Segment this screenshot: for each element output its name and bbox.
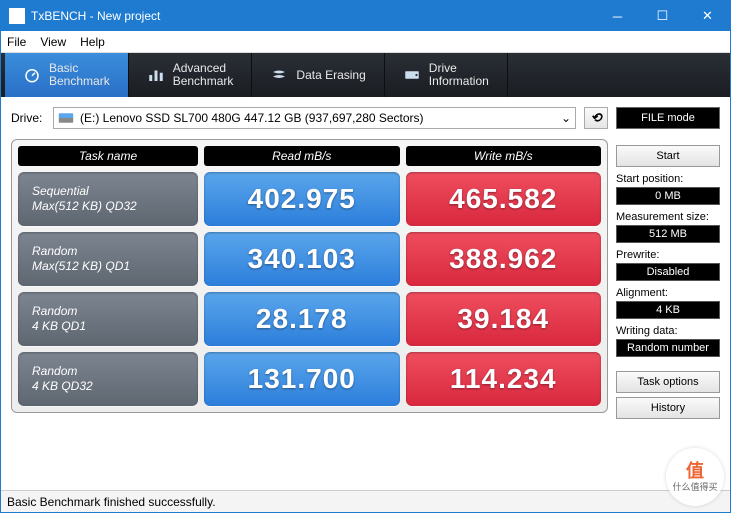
task-cell[interactable]: Random4 KB QD1	[18, 292, 198, 346]
task-name-2: 4 KB QD32	[32, 379, 198, 394]
maximize-button[interactable]: ☐	[640, 1, 685, 31]
table-row: Random4 KB QD32131.700114.234	[18, 352, 601, 406]
tab-label: Basic Benchmark	[49, 62, 110, 88]
minimize-button[interactable]: ─	[595, 1, 640, 31]
start-position-label: Start position:	[616, 173, 720, 185]
tab-label: Advanced Benchmark	[173, 62, 234, 88]
tab-label: Data Erasing	[296, 68, 365, 82]
drive-icon	[403, 66, 421, 84]
header-task: Task name	[18, 146, 198, 166]
writing-data-value[interactable]: Random number	[616, 339, 720, 357]
benchmark-table: Task name Read mB/s Write mB/s Sequentia…	[11, 139, 608, 413]
read-value: 402.975	[204, 172, 400, 226]
drive-select[interactable]: (E:) Lenovo SSD SL700 480G 447.12 GB (93…	[53, 107, 576, 129]
task-name-2: Max(512 KB) QD1	[32, 259, 198, 274]
task-name-2: Max(512 KB) QD32	[32, 199, 198, 214]
task-cell[interactable]: Random4 KB QD32	[18, 352, 198, 406]
tab-bar: Basic Benchmark Advanced Benchmark Data …	[1, 53, 730, 97]
menu-file[interactable]: File	[7, 35, 26, 49]
writing-data-label: Writing data:	[616, 325, 720, 337]
titlebar: TxBENCH - New project ─ ☐ ✕	[1, 1, 730, 31]
status-bar: Basic Benchmark finished successfully.	[1, 490, 730, 512]
disk-icon	[58, 112, 74, 124]
tab-label: Drive Information	[429, 62, 489, 88]
bars-icon	[147, 66, 165, 84]
tab-drive-information[interactable]: Drive Information	[385, 53, 508, 97]
task-name-1: Random	[32, 304, 198, 319]
write-value: 388.962	[406, 232, 602, 286]
tab-advanced-benchmark[interactable]: Advanced Benchmark	[129, 53, 253, 97]
task-cell[interactable]: SequentialMax(512 KB) QD32	[18, 172, 198, 226]
refresh-icon: ⟲	[591, 110, 602, 126]
erase-icon	[270, 66, 288, 84]
gauge-icon	[23, 66, 41, 84]
window-title: TxBENCH - New project	[31, 9, 595, 23]
table-row: SequentialMax(512 KB) QD32402.975465.582	[18, 172, 601, 226]
task-options-button[interactable]: Task options	[616, 371, 720, 393]
refresh-button[interactable]: ⟲	[584, 107, 608, 129]
start-button[interactable]: Start	[616, 145, 720, 167]
drive-selected-text: (E:) Lenovo SSD SL700 480G 447.12 GB (93…	[80, 111, 424, 125]
drive-label: Drive:	[11, 111, 45, 125]
table-row: Random4 KB QD128.17839.184	[18, 292, 601, 346]
task-name-2: 4 KB QD1	[32, 319, 198, 334]
tab-basic-benchmark[interactable]: Basic Benchmark	[5, 53, 129, 97]
task-name-1: Random	[32, 364, 198, 379]
task-name-1: Sequential	[32, 184, 198, 199]
history-button[interactable]: History	[616, 397, 720, 419]
file-mode-button[interactable]: FILE mode	[616, 107, 720, 129]
write-value: 465.582	[406, 172, 602, 226]
prewrite-value[interactable]: Disabled	[616, 263, 720, 281]
measurement-size-label: Measurement size:	[616, 211, 720, 223]
menu-view[interactable]: View	[40, 35, 66, 49]
table-row: RandomMax(512 KB) QD1340.103388.962	[18, 232, 601, 286]
app-icon	[9, 8, 25, 24]
close-button[interactable]: ✕	[685, 1, 730, 31]
alignment-label: Alignment:	[616, 287, 720, 299]
status-text: Basic Benchmark finished successfully.	[7, 495, 216, 509]
tab-data-erasing[interactable]: Data Erasing	[252, 53, 384, 97]
start-position-value[interactable]: 0 MB	[616, 187, 720, 205]
measurement-size-value[interactable]: 512 MB	[616, 225, 720, 243]
read-value: 28.178	[204, 292, 400, 346]
menu-help[interactable]: Help	[80, 35, 105, 49]
chevron-down-icon: ⌄	[561, 111, 571, 125]
read-value: 340.103	[204, 232, 400, 286]
alignment-value[interactable]: 4 KB	[616, 301, 720, 319]
write-value: 114.234	[406, 352, 602, 406]
prewrite-label: Prewrite:	[616, 249, 720, 261]
menubar: File View Help	[1, 31, 730, 53]
header-write: Write mB/s	[406, 146, 602, 166]
task-name-1: Random	[32, 244, 198, 259]
task-cell[interactable]: RandomMax(512 KB) QD1	[18, 232, 198, 286]
write-value: 39.184	[406, 292, 602, 346]
read-value: 131.700	[204, 352, 400, 406]
header-read: Read mB/s	[204, 146, 400, 166]
